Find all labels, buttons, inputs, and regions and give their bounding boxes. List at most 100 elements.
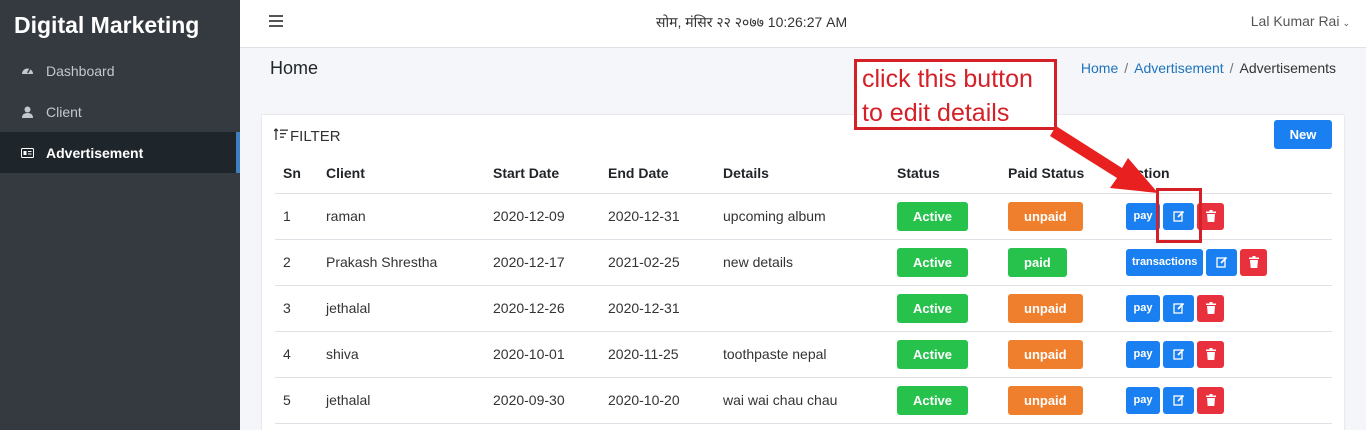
sidebar-item-label: Dashboard xyxy=(46,62,115,79)
table-row: 5 jethalal 2020-09-30 2020-10-20 wai wai… xyxy=(275,377,1332,424)
breadcrumb: Home / Advertisement / Advertisements xyxy=(1081,60,1336,76)
delete-button[interactable] xyxy=(1197,386,1224,414)
column-header-status[interactable]: Status xyxy=(889,153,1000,194)
edit-icon xyxy=(1172,348,1184,360)
cell-sn: 5 xyxy=(275,377,318,424)
cell-sn: 1 xyxy=(275,193,318,240)
annotation-line-2: to edit details xyxy=(862,99,1010,127)
trash-icon xyxy=(1205,394,1216,406)
cell-action: pay xyxy=(1118,331,1332,378)
cell-paid-status: unpaid xyxy=(1000,285,1118,332)
pay-button[interactable]: pay xyxy=(1126,386,1160,414)
transactions-button[interactable]: transactions xyxy=(1126,248,1204,276)
filter-toggle[interactable]: FILTER xyxy=(273,128,341,145)
table-row: 4 shiva 2020-10-01 2020-11-25 toothpaste… xyxy=(275,331,1332,378)
trash-icon xyxy=(1205,348,1216,360)
annotation-line-1: click this button xyxy=(862,65,1033,93)
paid-status-badge: unpaid xyxy=(1008,201,1083,231)
column-header-sn[interactable]: Sn xyxy=(275,153,318,194)
ad-icon xyxy=(20,146,34,160)
cell-end-date: 2021-02-25 xyxy=(600,239,715,286)
paid-status-badge: unpaid xyxy=(1008,293,1083,323)
cell-details: upcoming album xyxy=(715,193,889,240)
delete-button[interactable] xyxy=(1240,248,1268,276)
datetime-display: सोम, मंसिर २२ २०७७ 10:26:27 AM xyxy=(656,14,848,30)
edit-button[interactable] xyxy=(1206,248,1238,276)
delete-button[interactable] xyxy=(1197,294,1224,322)
annotation-callout: click this button to edit details xyxy=(854,59,1057,130)
breadcrumb-home-link[interactable]: Home xyxy=(1081,60,1118,76)
cell-action: pay xyxy=(1118,193,1332,240)
cell-paid-status: paid xyxy=(1000,239,1118,286)
pay-button[interactable]: pay xyxy=(1126,294,1160,322)
cell-client: shiva xyxy=(318,331,485,378)
annotation-highlight-box xyxy=(1156,188,1202,243)
filter-label: FILTER xyxy=(290,128,341,145)
cell-details: new details xyxy=(715,239,889,286)
cell-details: wai wai chau chau xyxy=(715,377,889,424)
user-icon xyxy=(20,105,34,119)
column-header-start-date[interactable]: Start Date xyxy=(485,153,600,194)
trash-icon xyxy=(1205,210,1216,222)
status-badge: Active xyxy=(897,201,969,231)
pay-button[interactable]: pay xyxy=(1126,202,1160,230)
cell-status: Active xyxy=(889,331,1000,378)
hamburger-menu-icon[interactable] xyxy=(269,15,283,27)
cell-start-date: 2020-12-09 xyxy=(485,193,600,240)
sidebar-item-label: Advertisement xyxy=(46,144,144,161)
sidebar-item-advertisement[interactable]: Advertisement xyxy=(0,132,240,173)
status-badge: Active xyxy=(897,247,969,277)
sidebar-item-client[interactable]: Client xyxy=(0,91,240,132)
annotation-arrow-icon xyxy=(1050,126,1158,193)
user-name: Lal Kumar Rai xyxy=(1250,13,1340,29)
delete-button[interactable] xyxy=(1197,340,1224,368)
cell-status: Active xyxy=(889,239,1000,286)
cell-client: jethalal xyxy=(318,285,485,332)
table-row: 2 Prakash Shrestha 2020-12-17 2021-02-25… xyxy=(275,239,1332,286)
status-badge: Active xyxy=(897,293,969,323)
cell-details xyxy=(715,285,889,332)
status-badge: Active xyxy=(897,339,969,369)
cell-start-date: 2020-09-30 xyxy=(485,377,600,424)
edit-icon xyxy=(1172,302,1184,314)
cell-client: raman xyxy=(318,193,485,240)
cell-action: pay xyxy=(1118,377,1332,424)
edit-button[interactable] xyxy=(1163,340,1194,368)
sidebar-item-dashboard[interactable]: Dashboard xyxy=(0,50,240,91)
breadcrumb-current: Advertisements xyxy=(1239,60,1336,76)
table-header-row: Sn Client Start Date End Date Details St… xyxy=(275,153,1332,194)
brand-title[interactable]: Digital Marketing xyxy=(0,0,240,50)
breadcrumb-separator: / xyxy=(1124,60,1129,76)
cell-start-date: 2020-12-17 xyxy=(485,239,600,286)
page-title: Home xyxy=(270,58,319,78)
paid-status-badge: unpaid xyxy=(1008,385,1083,415)
cell-action: pay xyxy=(1118,285,1332,332)
user-menu[interactable]: Lal Kumar Rai ⌄ xyxy=(1251,13,1350,29)
cell-start-date: 2020-12-26 xyxy=(485,285,600,332)
edit-icon xyxy=(1216,256,1228,268)
cell-sn: 3 xyxy=(275,285,318,332)
cell-action: transactions xyxy=(1118,239,1332,286)
column-header-end-date[interactable]: End Date xyxy=(600,153,715,194)
advertisements-card: FILTER New Sn Client Start Date End Date… xyxy=(262,115,1344,430)
cell-end-date: 2020-10-20 xyxy=(600,377,715,424)
new-button[interactable]: New xyxy=(1274,120,1332,149)
cell-status: Active xyxy=(889,193,1000,240)
column-header-details[interactable]: Details xyxy=(715,153,889,194)
cell-status: Active xyxy=(889,285,1000,332)
edit-button[interactable] xyxy=(1163,294,1194,322)
cell-sn: 2 xyxy=(275,239,318,286)
cell-end-date: 2020-12-31 xyxy=(600,285,715,332)
column-header-client[interactable]: Client xyxy=(318,153,485,194)
paid-status-badge: paid xyxy=(1008,247,1067,277)
edit-button[interactable] xyxy=(1163,386,1194,414)
breadcrumb-advertisement-link[interactable]: Advertisement xyxy=(1134,60,1223,76)
cell-client: Prakash Shrestha xyxy=(318,239,485,286)
sidebar-item-label: Client xyxy=(46,103,82,120)
pay-button[interactable]: pay xyxy=(1126,340,1160,368)
cell-client: jethalal xyxy=(318,377,485,424)
sidebar: Digital Marketing Dashboard Client Adver… xyxy=(0,0,240,430)
dashboard-icon xyxy=(20,64,34,78)
sort-filter-icon xyxy=(273,128,288,145)
cell-paid-status: unpaid xyxy=(1000,377,1118,424)
